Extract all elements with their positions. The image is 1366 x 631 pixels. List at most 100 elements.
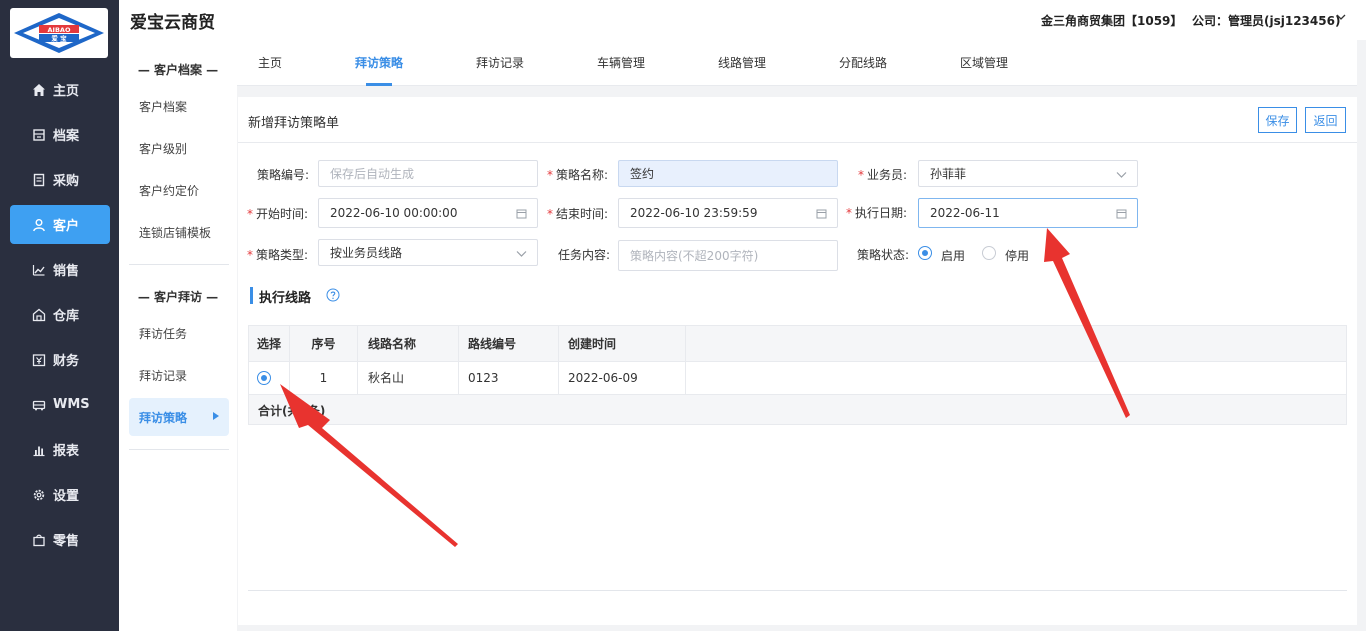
tab-home[interactable]: 主页 xyxy=(257,40,283,86)
strategy-type-value: 按业务员线路 xyxy=(330,246,403,260)
strategy-name-input[interactable]: 签约 xyxy=(618,160,838,187)
subnav-item-customer-level[interactable]: 客户级别 xyxy=(129,129,229,167)
nav-item-wms[interactable]: WMS xyxy=(10,385,110,424)
company-group-name: 金三角商贸集团【1059】 xyxy=(1041,14,1183,28)
nav-item-home[interactable]: 主页 xyxy=(10,70,110,109)
form-title: 新增拜访策略单 xyxy=(248,116,340,131)
purchase-icon xyxy=(32,173,46,187)
subnav-item-visit-task[interactable]: 拜访任务 xyxy=(129,314,229,352)
save-button[interactable]: 保存 xyxy=(1258,107,1297,133)
nav-label-finance: 财务 xyxy=(53,354,80,369)
app-title: 爱宝云商贸 xyxy=(130,13,215,33)
strategy-form-panel: 新增拜访策略单 保存 返回 策略编号: 保存后自动生成 * 策略名称: 签约 * 业… xyxy=(238,97,1357,625)
question-help-icon[interactable] xyxy=(326,288,340,302)
tab-area-management[interactable]: 区域管理 xyxy=(959,40,1009,86)
subnav-item-visit-record[interactable]: 拜访记录 xyxy=(129,356,229,394)
nav-item-sales[interactable]: 销售 xyxy=(10,250,110,289)
routes-table: 选择 序号 线路名称 路线编号 创建时间 1 秋名山 0123 2022-06-… xyxy=(248,325,1347,425)
aibao-logo[interactable]: AIBAO 爱 宝 xyxy=(10,8,108,58)
status-disabled-label[interactable]: 停用 xyxy=(1005,247,1029,264)
nav-item-finance[interactable]: 财务 xyxy=(10,340,110,379)
nav-item-settings[interactable]: 设置 xyxy=(10,475,110,514)
start-time-input[interactable]: 2022-06-10 00:00:00 xyxy=(318,198,538,228)
back-button[interactable]: 返回 xyxy=(1305,107,1346,133)
tab-visit-record[interactable]: 拜访记录 xyxy=(475,40,525,86)
nav-label-purchase: 采购 xyxy=(53,174,80,189)
row-select-cell xyxy=(249,362,290,395)
strategy-type-label: * 策略类型: xyxy=(247,248,309,262)
status-enabled-label[interactable]: 启用 xyxy=(941,247,965,264)
row-route-name-cell: 秋名山 xyxy=(358,362,459,395)
row-no-cell: 1 xyxy=(290,362,358,395)
salesman-select[interactable]: 孙菲菲 xyxy=(918,160,1138,187)
table-header: 选择 序号 线路名称 路线编号 创建时间 xyxy=(249,326,1346,362)
table-row[interactable]: 1 秋名山 0123 2022-06-09 19:51:58 xyxy=(249,362,1346,418)
status-disabled-radio[interactable] xyxy=(982,246,996,260)
nav-label-customer: 客户 xyxy=(53,219,80,234)
truck-icon xyxy=(32,398,46,412)
nav-item-warehouse[interactable]: 仓库 xyxy=(10,295,110,334)
salesman-value: 孙菲菲 xyxy=(930,167,967,181)
column-header-no: 序号 xyxy=(290,326,358,362)
nav-label-settings: 设置 xyxy=(53,489,80,504)
status-enabled-radio[interactable] xyxy=(918,246,932,260)
calendar-icon[interactable] xyxy=(516,208,527,219)
calendar-icon[interactable] xyxy=(816,208,827,219)
user-account-name[interactable]: 公司：管理员(jsj123456) xyxy=(1192,12,1340,29)
subnav-item-customer-archive[interactable]: 客户档案 xyxy=(129,87,229,125)
end-time-value: 2022-06-10 23:59:59 xyxy=(630,206,758,220)
nav-label-wms: WMS xyxy=(53,397,90,412)
section-accent-bar xyxy=(250,287,253,304)
active-tab-indicator xyxy=(366,83,392,86)
calendar-icon[interactable] xyxy=(1116,208,1127,219)
strategy-code-label: 策略编号: xyxy=(257,168,310,182)
tab-visit-strategy[interactable]: 拜访策略 xyxy=(354,40,404,86)
panel-bottom-divider xyxy=(248,590,1347,591)
sales-chart-icon xyxy=(32,263,46,277)
chevron-down-icon[interactable] xyxy=(1336,12,1346,22)
nav-item-retail[interactable]: 零售 xyxy=(10,520,110,559)
home-icon xyxy=(32,83,46,97)
exec-date-input[interactable]: 2022-06-11 xyxy=(918,198,1138,228)
subnav-divider-bottom xyxy=(129,449,229,450)
sub-sidebar: — 客户档案 — 客户档案 客户级别 客户约定价 连锁店铺模板 — 客户拜访 —… xyxy=(119,40,237,631)
nav-item-archive[interactable]: 档案 xyxy=(10,115,110,154)
subnav-item-agreed-price[interactable]: 客户约定价 xyxy=(129,171,229,209)
column-header-select: 选择 xyxy=(249,326,290,362)
logo-text-bottom: 爱 宝 xyxy=(51,34,67,43)
nav-item-purchase[interactable]: 采购 xyxy=(10,160,110,199)
required-mark: * xyxy=(247,207,253,221)
required-mark: * xyxy=(547,168,553,182)
tab-route-management[interactable]: 线路管理 xyxy=(717,40,767,86)
logo-text-top: AIBAO xyxy=(48,26,71,34)
row-created-time-cell: 2022-06-09 19:51:58 xyxy=(559,362,686,418)
exec-date-label: * 执行日期: xyxy=(846,206,908,220)
row-select-radio[interactable] xyxy=(257,371,271,385)
tab-assign-route[interactable]: 分配线路 xyxy=(838,40,888,86)
top-header: 爱宝云商贸 金三角商贸集团【1059】 公司：管理员(jsj123456) xyxy=(119,0,1366,40)
strategy-name-label: * 策略名称: xyxy=(547,168,609,182)
chevron-down-icon xyxy=(1116,172,1127,178)
end-time-input[interactable]: 2022-06-10 23:59:59 xyxy=(618,198,838,228)
nav-label-sales: 销售 xyxy=(53,264,80,279)
column-header-route-name: 线路名称 xyxy=(358,326,459,362)
tab-vehicle-management[interactable]: 车辆管理 xyxy=(596,40,646,86)
user-icon xyxy=(32,218,46,232)
required-mark: * xyxy=(858,168,864,182)
row-route-code-cell: 0123 xyxy=(459,362,559,395)
strategy-code-input[interactable]: 保存后自动生成 xyxy=(318,160,538,187)
subnav-item-chain-template[interactable]: 连锁店铺模板 xyxy=(129,213,229,251)
task-content-textarea[interactable]: 策略内容(不超200字符) xyxy=(618,240,838,271)
nav-label-retail: 零售 xyxy=(53,534,80,549)
strategy-type-select[interactable]: 按业务员线路 xyxy=(318,239,538,266)
nav-label-report: 报表 xyxy=(53,444,80,459)
retail-bag-icon xyxy=(32,533,46,547)
subnav-section-customer-visit: — 客户拜访 — xyxy=(137,290,219,304)
subnav-item-visit-strategy-label: 拜访策略 xyxy=(139,410,188,425)
nav-item-report[interactable]: 报表 xyxy=(10,430,110,469)
column-header-created-time: 创建时间 xyxy=(559,326,686,362)
required-mark: * xyxy=(547,207,553,221)
nav-item-customer[interactable]: 客户 xyxy=(10,205,110,244)
subnav-item-visit-strategy[interactable]: 拜访策略 xyxy=(129,398,229,436)
module-tabs: 主页 拜访策略 拜访记录 车辆管理 线路管理 分配线路 区域管理 xyxy=(237,40,1357,86)
